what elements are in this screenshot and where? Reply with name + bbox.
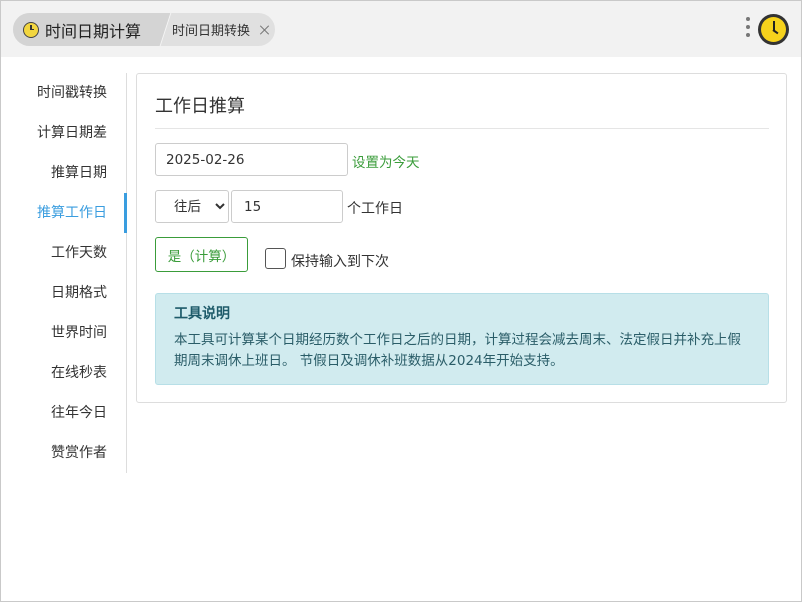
sidebar-item-date-format[interactable]: 日期格式 [51,283,107,303]
page-title: 工作日推算 [155,96,245,117]
sidebar-item-workdays[interactable]: 工作天数 [51,243,107,263]
date-input[interactable] [155,143,348,176]
divider [155,128,769,129]
sidebar: 时间戳转换 计算日期差 推算日期 推算工作日 工作天数 日期格式 世界时间 在线… [1,73,127,473]
keep-input-checkbox[interactable] [265,248,286,269]
clock-icon[interactable] [758,14,789,45]
tab-label: 时间日期转换 [172,24,251,39]
close-icon[interactable] [260,25,270,35]
sidebar-item-calc-date[interactable]: 推算日期 [51,163,107,183]
calculate-button[interactable]: 是（计算） [155,237,248,272]
info-title: 工具说明 [174,306,230,322]
breadcrumb: 时间日期计算 时间日期转换 [13,13,275,46]
sidebar-item-world-time[interactable]: 世界时间 [51,323,107,343]
set-today-link[interactable]: 设置为今天 [352,151,420,171]
sidebar-item-stopwatch[interactable]: 在线秒表 [51,363,107,383]
sidebar-item-timestamp[interactable]: 时间戳转换 [37,83,107,103]
active-indicator [124,193,127,233]
top-bar: 时间日期计算 时间日期转换 [1,1,801,57]
workdays-count-input[interactable] [231,190,343,223]
clock-icon [23,21,39,38]
keep-input-label[interactable]: 保持输入到下次 [291,251,389,271]
tab-time-date-convert[interactable]: 时间日期转换 [172,13,270,46]
sidebar-item-on-this-day[interactable]: 往年今日 [51,403,107,423]
sidebar-item-calc-workday[interactable]: 推算工作日 [37,203,107,223]
info-text: 本工具可计算某个日期经历数个工作日之后的日期，计算过程会减去周末、法定假日并补充… [174,332,741,369]
workdays-unit-label: 个工作日 [347,201,403,217]
direction-select[interactable]: 往后 [155,190,229,223]
info-box: 工具说明 本工具可计算某个日期经历数个工作日之后的日期，计算过程会减去周末、法定… [155,293,769,385]
sidebar-item-date-diff[interactable]: 计算日期差 [37,123,107,143]
app-title: 时间日期计算 [45,21,142,41]
more-vertical-icon[interactable] [745,17,751,41]
breadcrumb-home[interactable]: 时间日期计算 [13,13,159,46]
sidebar-item-donate[interactable]: 赞赏作者 [51,443,107,463]
main-panel: 工作日推算 设置为今天 往后 个工作日 是（计算） 保持输入到下次 工具说明 本… [136,73,787,403]
